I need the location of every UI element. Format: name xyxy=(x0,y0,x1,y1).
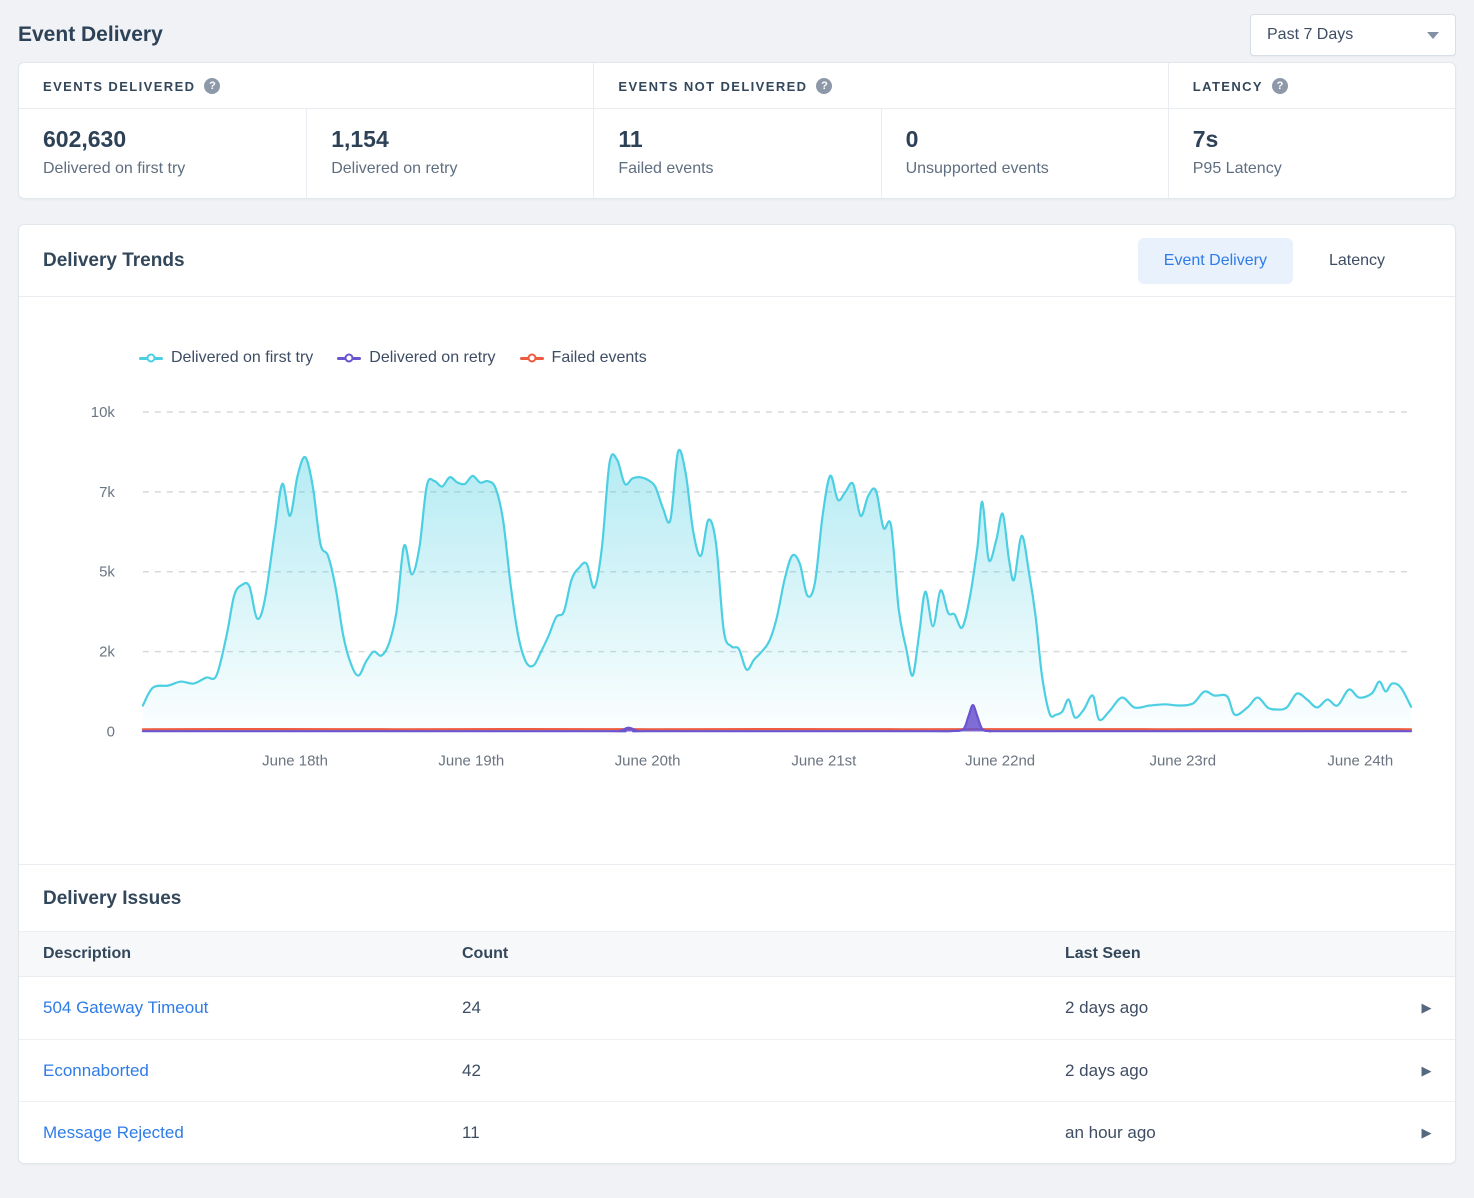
tab-event-delivery[interactable]: Event Delivery xyxy=(1138,238,1293,284)
svg-text:June 21st: June 21st xyxy=(791,752,857,769)
help-icon[interactable]: ? xyxy=(1272,78,1288,94)
page-title: Event Delivery xyxy=(18,23,163,47)
issue-row[interactable]: Message Rejected 11 an hour ago ▶ xyxy=(19,1101,1455,1163)
stat-caption: Failed events xyxy=(618,160,856,178)
svg-text:2k: 2k xyxy=(99,644,115,661)
legend-item-retry[interactable]: Delivered on retry xyxy=(337,349,495,367)
stats-group-events-delivered: EVENTS DELIVERED ? xyxy=(19,63,593,108)
legend-label: Delivered on first try xyxy=(171,349,313,367)
svg-text:June 20th: June 20th xyxy=(615,752,681,769)
trends-header: Delivery Trends Event Delivery Latency xyxy=(19,225,1455,297)
events-not-delivered-label: EVENTS NOT DELIVERED xyxy=(618,79,807,94)
svg-text:June 24th: June 24th xyxy=(1327,752,1393,769)
latency-label: LATENCY xyxy=(1193,79,1263,94)
legend-item-failed[interactable]: Failed events xyxy=(520,349,647,367)
chart-legend: Delivered on first try Delivered on retr… xyxy=(139,345,1431,371)
stats-group-latency: LATENCY ? xyxy=(1168,63,1455,108)
svg-text:June 23rd: June 23rd xyxy=(1149,752,1216,769)
issue-row[interactable]: Econnaborted 42 2 days ago ▶ xyxy=(19,1039,1455,1101)
stat-unsupported-events: 0 Unsupported events xyxy=(881,109,1168,198)
issue-count: 11 xyxy=(462,1123,1065,1143)
stat-value: 602,630 xyxy=(43,126,282,153)
svg-text:7k: 7k xyxy=(99,484,115,501)
trends-title: Delivery Trends xyxy=(43,250,185,272)
stats-values-row: 602,630 Delivered on first try 1,154 Del… xyxy=(19,109,1455,198)
issue-link[interactable]: Econnaborted xyxy=(43,1061,149,1080)
line-marker-icon xyxy=(337,357,361,360)
event-delivery-page: Event Delivery Past 7 Days EVENTS DELIVE… xyxy=(0,0,1474,1198)
legend-item-first-try[interactable]: Delivered on first try xyxy=(139,349,313,367)
time-range-dropdown[interactable]: Past 7 Days xyxy=(1250,14,1456,56)
stat-caption: Unsupported events xyxy=(906,160,1144,178)
trend-chart-block: Delivered on first try Delivered on retr… xyxy=(19,297,1455,864)
stat-failed-events: 11 Failed events xyxy=(593,109,880,198)
issue-count: 42 xyxy=(462,1061,1065,1081)
issue-count: 24 xyxy=(462,998,1065,1018)
issue-last-seen: 2 days ago xyxy=(1065,998,1398,1018)
svg-text:June 22nd: June 22nd xyxy=(965,752,1035,769)
chevron-down-icon xyxy=(1427,32,1439,39)
chevron-right-icon: ▶ xyxy=(1398,1000,1455,1016)
svg-text:5k: 5k xyxy=(99,564,115,581)
issue-link[interactable]: Message Rejected xyxy=(43,1123,184,1142)
legend-label: Failed events xyxy=(552,349,647,367)
svg-text:10k: 10k xyxy=(91,404,116,421)
stat-caption: P95 Latency xyxy=(1193,160,1431,178)
stat-caption: Delivered on retry xyxy=(331,160,569,178)
issue-link[interactable]: 504 Gateway Timeout xyxy=(43,998,208,1017)
delivery-trends-panel: Delivery Trends Event Delivery Latency D… xyxy=(18,224,1456,1164)
chevron-right-icon: ▶ xyxy=(1398,1063,1455,1079)
help-icon[interactable]: ? xyxy=(204,78,220,94)
stat-delivered-first-try: 602,630 Delivered on first try xyxy=(19,109,306,198)
stat-value: 7s xyxy=(1193,126,1431,153)
stat-p95-latency: 7s P95 Latency xyxy=(1168,109,1455,198)
help-icon[interactable]: ? xyxy=(816,78,832,94)
tab-latency[interactable]: Latency xyxy=(1303,238,1411,284)
stat-caption: Delivered on first try xyxy=(43,160,282,178)
stat-value: 1,154 xyxy=(331,126,569,153)
stat-value: 11 xyxy=(618,126,856,153)
line-marker-icon xyxy=(139,357,163,360)
stats-card: EVENTS DELIVERED ? EVENTS NOT DELIVERED … xyxy=(18,62,1456,199)
issue-last-seen: an hour ago xyxy=(1065,1123,1398,1143)
delivery-issues-title: Delivery Issues xyxy=(19,865,1455,931)
issue-last-seen: 2 days ago xyxy=(1065,1061,1398,1081)
stat-delivered-retry: 1,154 Delivered on retry xyxy=(306,109,593,198)
line-marker-icon xyxy=(520,357,544,360)
chevron-right-icon: ▶ xyxy=(1398,1125,1455,1141)
column-last-seen: Last Seen xyxy=(1065,945,1398,963)
svg-text:0: 0 xyxy=(107,723,115,740)
page-header: Event Delivery Past 7 Days xyxy=(18,0,1456,62)
events-delivered-label: EVENTS DELIVERED xyxy=(43,79,195,94)
svg-text:June 18th: June 18th xyxy=(262,752,328,769)
trends-tabs: Event Delivery Latency xyxy=(1138,238,1411,284)
issue-row[interactable]: 504 Gateway Timeout 24 2 days ago ▶ xyxy=(19,977,1455,1039)
column-count: Count xyxy=(462,945,1065,963)
svg-text:June 19th: June 19th xyxy=(438,752,504,769)
stats-group-events-not-delivered: EVENTS NOT DELIVERED ? xyxy=(593,63,1167,108)
time-range-value: Past 7 Days xyxy=(1267,26,1353,44)
delivery-issues-section: Delivery Issues Description Count Last S… xyxy=(19,864,1455,1163)
stats-header-row: EVENTS DELIVERED ? EVENTS NOT DELIVERED … xyxy=(19,63,1455,109)
delivery-trends-chart: 0 2k 5k 7k 10k June 18th June 19th June 20th Jun… xyxy=(43,377,1431,776)
column-description: Description xyxy=(19,945,462,963)
issues-table-header: Description Count Last Seen xyxy=(19,931,1455,977)
stat-value: 0 xyxy=(906,126,1144,153)
legend-label: Delivered on retry xyxy=(369,349,495,367)
